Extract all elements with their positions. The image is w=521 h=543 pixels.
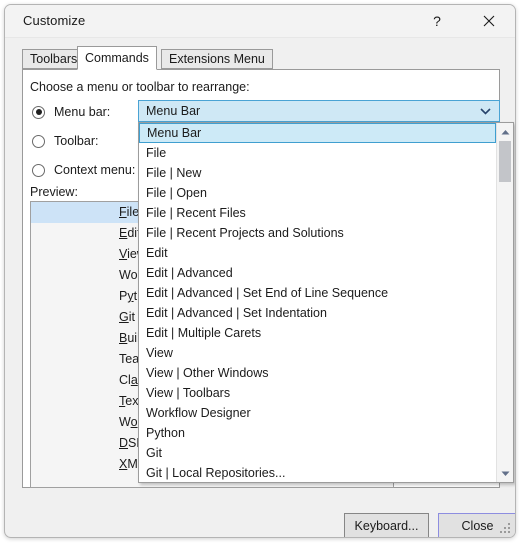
dropdown-item[interactable]: Menu Bar [139, 123, 496, 143]
window-title: Customize [23, 13, 86, 28]
radio-mark-icon [32, 105, 45, 119]
preview-item-mnemonic: V [119, 247, 128, 261]
keyboard-button[interactable]: Keyboard... [344, 513, 429, 537]
preview-item-mnemonic: a [130, 373, 138, 387]
close-window-button[interactable] [467, 5, 511, 37]
preview-item-mnemonic: F [119, 205, 127, 219]
resize-grip-dot [504, 531, 506, 533]
radio-menu-bar[interactable]: Menu bar: [32, 103, 110, 121]
resize-grip[interactable] [499, 522, 512, 535]
resize-grip-dot [508, 527, 510, 529]
dropdown-item[interactable]: Edit | Advanced | Set Indentation [139, 303, 496, 323]
tab-commands[interactable]: Commands [77, 46, 157, 70]
radio-menu-bar-label: Menu bar: [54, 105, 111, 119]
dropdown-item[interactable]: File | New [139, 163, 496, 183]
radio-toolbar-label: Toolbar: [54, 134, 99, 148]
preview-item-text: it [128, 310, 135, 324]
dropdown-item[interactable]: View | Toolbars [139, 383, 496, 403]
resize-grip-dot [508, 523, 510, 525]
dropdown-item[interactable]: File | Recent Projects and Solutions [139, 223, 496, 243]
radio-context-menu[interactable]: Context menu: [32, 161, 135, 179]
preview-item-text: W [119, 415, 131, 429]
dropdown-item[interactable]: Workflow Designer [139, 403, 496, 423]
tab-toolbars[interactable]: Toolbars [22, 49, 86, 69]
resize-grip-dot [500, 531, 502, 533]
dropdown-item[interactable]: File | Recent Files [139, 203, 496, 223]
dropdown-scrollbar[interactable] [496, 123, 513, 482]
dropdown-item[interactable]: View | Other Windows [139, 363, 496, 383]
dropdown-item[interactable]: Git | Local Repositories... [139, 463, 496, 482]
preview-item-mnemonic: G [119, 310, 129, 324]
customize-dialog: Customize ? Toolbars Commands Extensions… [4, 4, 516, 538]
resize-grip-dot [504, 527, 506, 529]
dropdown-item[interactable]: Git [139, 443, 496, 463]
menu-bar-dropdown-list[interactable]: Menu Bar File File | New File | Open File | … [138, 122, 514, 483]
preview-label: Preview: [30, 185, 78, 199]
radio-context-menu-label: Context menu: [54, 163, 136, 177]
tab-strip: Toolbars Commands Extensions Menu [22, 46, 500, 70]
resize-grip-dot [508, 531, 510, 533]
tab-extensions-menu[interactable]: Extensions Menu [161, 49, 273, 69]
scroll-down-arrow-icon[interactable] [497, 465, 513, 482]
title-bar: Customize ? [5, 5, 515, 38]
chevron-down-icon[interactable] [477, 101, 493, 121]
dropdown-item[interactable]: View [139, 343, 496, 363]
dropdown-items-container: Menu Bar File File | New File | Open File | … [139, 123, 496, 482]
dropdown-item[interactable]: File [139, 143, 496, 163]
combobox-selected-value: Menu Bar [146, 104, 201, 118]
preview-item-text: Cl [119, 373, 131, 387]
preview-item-mnemonic: D [119, 436, 129, 450]
radio-mark-icon [32, 134, 45, 148]
dropdown-item[interactable]: Edit | Advanced [139, 263, 496, 283]
preview-item-text: Tea [119, 352, 140, 366]
question-mark-icon: ? [433, 13, 441, 29]
radio-mark-icon [32, 163, 45, 177]
radio-toolbar[interactable]: Toolbar: [32, 132, 98, 150]
dropdown-item[interactable]: Python [139, 423, 496, 443]
scroll-up-arrow-icon[interactable] [497, 123, 513, 140]
dropdown-item[interactable]: Edit | Multiple Carets [139, 323, 496, 343]
menu-bar-combobox[interactable]: Menu Bar [138, 100, 500, 122]
help-button[interactable]: ? [415, 5, 459, 37]
preview-item-mnemonic: o [130, 415, 138, 429]
dropdown-item[interactable]: Edit [139, 243, 496, 263]
close-icon [483, 15, 495, 27]
dropdown-item[interactable]: File | Open [139, 183, 496, 203]
dropdown-item[interactable]: Edit | Advanced | Set End of Line Sequen… [139, 283, 496, 303]
scrollbar-thumb[interactable] [499, 141, 511, 182]
choose-menu-label: Choose a menu or toolbar to rearrange: [30, 80, 250, 94]
